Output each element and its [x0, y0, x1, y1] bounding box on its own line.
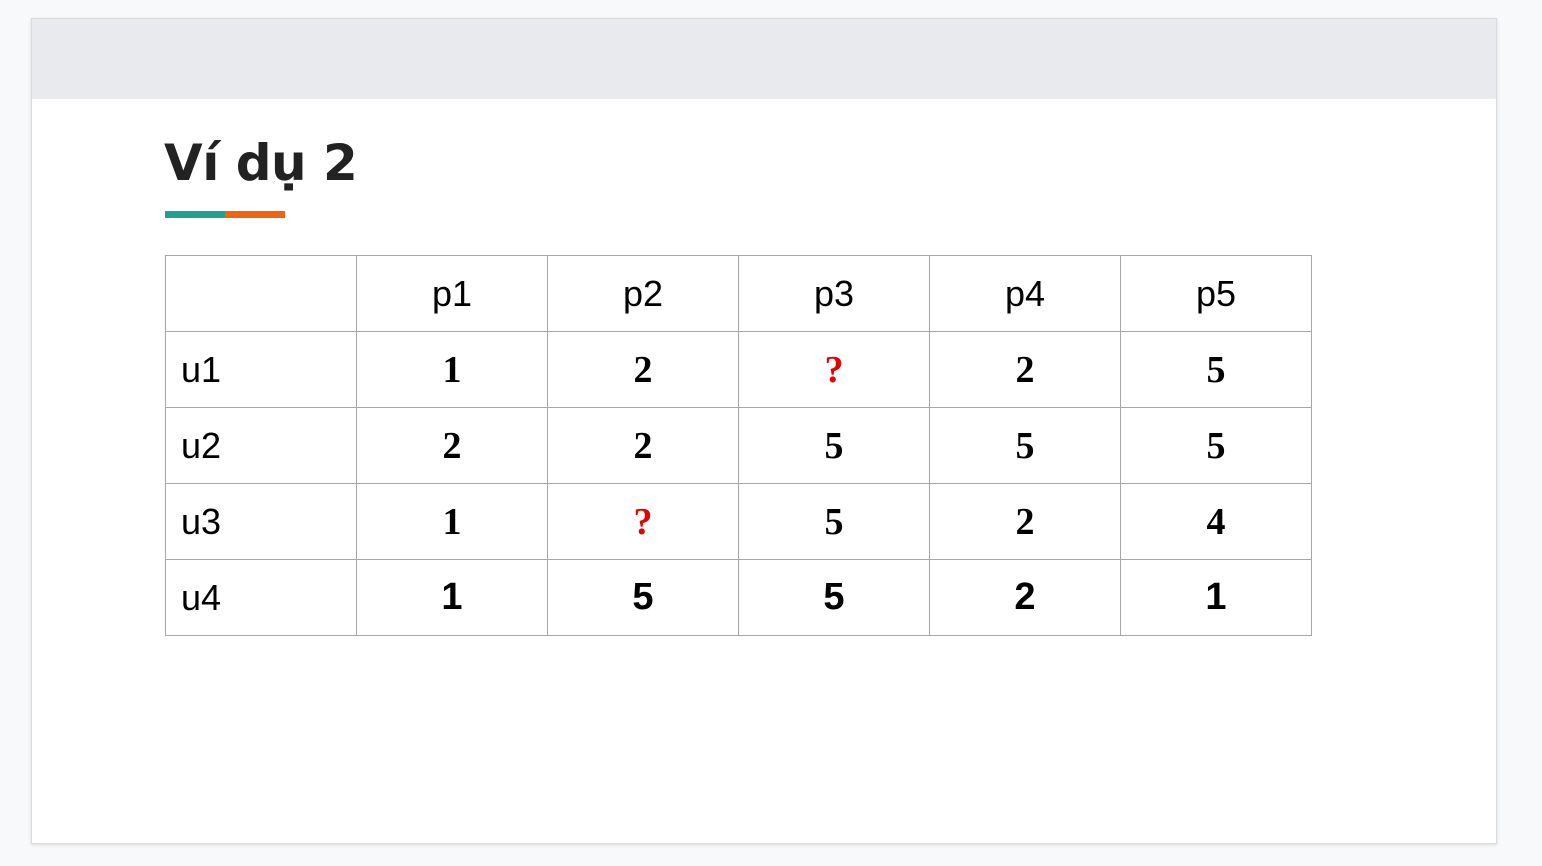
- slide-header-band: [32, 19, 1496, 99]
- rating-cell: 2: [929, 559, 1121, 636]
- rating-cell: 2: [547, 407, 739, 484]
- row-label: u3: [165, 483, 357, 560]
- table-row: u4 1 5 5 2 1: [165, 559, 1312, 636]
- column-header: p2: [547, 255, 739, 332]
- rating-cell: 4: [1120, 483, 1312, 560]
- slide: Ví dụ 2 p1 p2 p3 p4 p5 u1 1 2 ? 2 5 u2 2…: [31, 18, 1497, 844]
- rating-cell: 5: [929, 407, 1121, 484]
- rating-cell: 5: [547, 559, 739, 636]
- title-underline-segment-orange: [225, 211, 285, 218]
- column-header: p4: [929, 255, 1121, 332]
- row-label: u4: [165, 559, 357, 636]
- ratings-table: p1 p2 p3 p4 p5 u1 1 2 ? 2 5 u2 2 2 5 5 5…: [165, 255, 1312, 636]
- title-underline-segment-teal: [165, 211, 225, 218]
- title-underline: [165, 211, 285, 218]
- column-header: p3: [738, 255, 930, 332]
- table-row: u2 2 2 5 5 5: [165, 407, 1312, 484]
- corner-cell: [165, 255, 357, 332]
- table-header-row: p1 p2 p3 p4 p5: [165, 255, 1312, 332]
- rating-cell: 2: [356, 407, 548, 484]
- rating-cell: 1: [356, 559, 548, 636]
- rating-cell: 1: [1120, 559, 1312, 636]
- column-header: p5: [1120, 255, 1312, 332]
- rating-cell: 2: [929, 483, 1121, 560]
- rating-cell: ?: [738, 331, 930, 408]
- slide-title: Ví dụ 2: [164, 134, 358, 192]
- table-row: u3 1 ? 5 2 4: [165, 483, 1312, 560]
- rating-cell: 5: [1120, 331, 1312, 408]
- rating-cell: 5: [738, 559, 930, 636]
- rating-cell: 2: [929, 331, 1121, 408]
- row-label: u2: [165, 407, 357, 484]
- rating-cell: 5: [738, 407, 930, 484]
- rating-cell: 5: [738, 483, 930, 560]
- rating-cell: 1: [356, 331, 548, 408]
- rating-cell: 2: [547, 331, 739, 408]
- rating-cell: ?: [547, 483, 739, 560]
- column-header: p1: [356, 255, 548, 332]
- rating-cell: 1: [356, 483, 548, 560]
- row-label: u1: [165, 331, 357, 408]
- table-row: u1 1 2 ? 2 5: [165, 331, 1312, 408]
- rating-cell: 5: [1120, 407, 1312, 484]
